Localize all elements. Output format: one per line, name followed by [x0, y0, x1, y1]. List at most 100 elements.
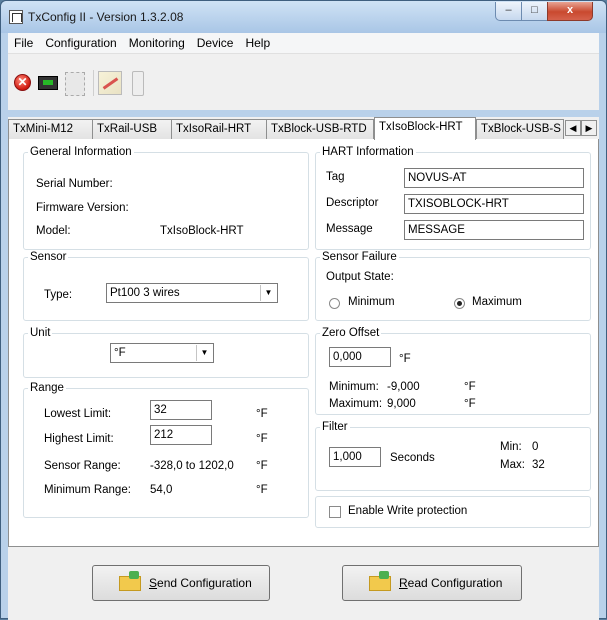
- model-value: TxIsoBlock-HRT: [160, 225, 244, 237]
- minimum-range-value: 54,0: [150, 484, 173, 496]
- range-legend: Range: [30, 382, 64, 394]
- descriptor-field[interactable]: TXISOBLOCK-HRT: [404, 194, 584, 214]
- sensor-type-select[interactable]: Pt100 3 wires ▼: [106, 283, 278, 303]
- tab-txblock-usb-rtd[interactable]: TxBlock-USB-RTD: [266, 119, 374, 139]
- menu-file[interactable]: File: [8, 33, 39, 53]
- zero-offset-maximum-unit: °F: [464, 398, 476, 410]
- model-label: Model:: [36, 225, 71, 237]
- highest-limit-field[interactable]: 212: [150, 425, 212, 445]
- unit-select[interactable]: °F ▼: [110, 343, 214, 363]
- tag-field[interactable]: NOVUS-AT: [404, 168, 584, 188]
- stop-icon[interactable]: ✕: [14, 74, 31, 91]
- menu-bar: File Configuration Monitoring Device Help: [8, 33, 599, 54]
- unit-group: Unit °F ▼: [23, 327, 309, 378]
- tab-scroll-right-icon[interactable]: ▶: [581, 120, 597, 136]
- minimum-range-label: Minimum Range:: [44, 484, 131, 496]
- toolbar: ✕: [8, 54, 599, 110]
- minimum-radio[interactable]: [329, 298, 340, 309]
- chevron-down-icon[interactable]: ▼: [196, 345, 212, 361]
- maximize-button[interactable]: □: [521, 2, 548, 21]
- tag-label: Tag: [326, 171, 345, 183]
- send-label-rest: end Configuration: [157, 576, 252, 590]
- zero-offset-minimum-unit: °F: [464, 381, 476, 393]
- window-title: TxConfig II - Version 1.3.2.08: [28, 10, 184, 24]
- read-envelope-icon: [369, 571, 391, 591]
- lowest-limit-unit: °F: [256, 408, 268, 420]
- lowest-limit-field[interactable]: 32: [150, 400, 212, 420]
- read-label-rest: ead Configuration: [407, 576, 503, 590]
- write-protection-checkbox[interactable]: [329, 506, 341, 518]
- output-state-label: Output State:: [326, 271, 394, 283]
- message-field[interactable]: MESSAGE: [404, 220, 584, 240]
- menu-help[interactable]: Help: [239, 33, 276, 53]
- send-accelerator: S: [149, 576, 158, 590]
- lowest-limit-label: Lowest Limit:: [44, 408, 112, 420]
- thermometer-icon[interactable]: [132, 71, 144, 96]
- highest-limit-unit: °F: [256, 433, 268, 445]
- filter-group: Filter 1,000 Seconds Min: 0 Max: 32: [315, 421, 591, 491]
- close-button[interactable]: x: [547, 2, 593, 21]
- sensor-range-value: -328,0 to 1202,0: [150, 460, 234, 472]
- button-bar: Send Configuration Read Configuration: [8, 547, 599, 620]
- zero-offset-minimum-value: -9,000: [387, 381, 420, 393]
- sensor-type-label: Type:: [44, 289, 73, 301]
- minimum-range-unit: °F: [256, 484, 268, 496]
- sensor-range-unit: °F: [256, 460, 268, 472]
- descriptor-label: Descriptor: [326, 197, 379, 209]
- send-envelope-icon: [119, 571, 141, 591]
- toolbar-separator: [93, 70, 94, 96]
- write-protection-label: Enable Write protection: [348, 505, 468, 517]
- chevron-down-icon[interactable]: ▼: [260, 285, 276, 301]
- zero-offset-field[interactable]: 0,000: [329, 347, 391, 367]
- filter-min-value: 0: [532, 441, 539, 453]
- send-configuration-label: Send Configuration: [149, 576, 252, 590]
- filter-max-value: 32: [532, 459, 545, 471]
- tab-txblock-usb-s[interactable]: TxBlock-USB-S: [476, 119, 564, 139]
- sensor-failure-legend: Sensor Failure: [322, 251, 397, 263]
- monitor-icon[interactable]: [38, 76, 58, 90]
- tab-txmini-m12[interactable]: TxMini-M12: [8, 119, 93, 139]
- tab-txisorail-hrt[interactable]: TxIsoRail-HRT: [171, 119, 267, 139]
- title-bar[interactable]: TxConfig II - Version 1.3.2.08 – □ x: [1, 1, 606, 33]
- zero-offset-group: Zero Offset 0,000 °F Minimum: -9,000 °F …: [315, 327, 591, 415]
- filter-seconds-label: Seconds: [390, 452, 435, 464]
- maximum-radio[interactable]: [454, 298, 465, 309]
- sensor-failure-group: Sensor Failure Output State: Minimum Max…: [315, 251, 591, 321]
- read-configuration-label: Read Configuration: [399, 576, 502, 590]
- range-group: Range Lowest Limit: 32 °F Highest Limit:…: [23, 382, 309, 518]
- menu-device[interactable]: Device: [191, 33, 240, 53]
- read-configuration-button[interactable]: Read Configuration: [342, 565, 522, 601]
- sensor-group: Sensor Type: Pt100 3 wires ▼: [23, 251, 309, 321]
- menu-monitoring[interactable]: Monitoring: [123, 33, 191, 53]
- tab-txrail-usb[interactable]: TxRail-USB: [92, 119, 172, 139]
- minimize-button[interactable]: –: [495, 2, 522, 21]
- send-configuration-button[interactable]: Send Configuration: [92, 565, 270, 601]
- filter-min-label: Min:: [500, 441, 522, 453]
- filter-field[interactable]: 1,000: [329, 447, 381, 467]
- minimum-radio-label: Minimum: [348, 296, 395, 308]
- tab-strip: TxMini-M12 TxRail-USB TxIsoRail-HRT TxBl…: [8, 117, 599, 140]
- read-accelerator: R: [399, 576, 408, 590]
- firmware-version-label: Firmware Version:: [36, 202, 129, 214]
- zero-offset-unit: °F: [399, 353, 411, 365]
- filter-max-label: Max:: [500, 459, 525, 471]
- highest-limit-label: Highest Limit:: [44, 433, 114, 445]
- tab-scroll-left-icon[interactable]: ◀: [565, 120, 581, 136]
- sensor-legend: Sensor: [30, 251, 67, 263]
- zero-offset-minimum-label: Minimum:: [329, 381, 379, 393]
- zero-offset-maximum-value: 9,000: [387, 398, 416, 410]
- tab-panel: General Information Serial Number: Firmw…: [8, 139, 599, 547]
- tab-txisoblock-hrt[interactable]: TxIsoBlock-HRT: [374, 117, 476, 140]
- menu-configuration[interactable]: Configuration: [39, 33, 122, 53]
- unit-value: °F: [114, 347, 126, 359]
- maximum-radio-label: Maximum: [472, 296, 522, 308]
- write-protection-group: Enable Write protection: [315, 496, 591, 528]
- unit-legend: Unit: [30, 327, 51, 339]
- message-label: Message: [326, 223, 373, 235]
- general-information-legend: General Information: [30, 146, 132, 158]
- hart-information-legend: HART Information: [322, 146, 414, 158]
- hart-information-group: HART Information Tag NOVUS-AT Descriptor…: [315, 146, 591, 250]
- sensor-type-value: Pt100 3 wires: [110, 287, 180, 299]
- configure-icon[interactable]: [98, 71, 122, 95]
- chip-icon[interactable]: [65, 72, 85, 96]
